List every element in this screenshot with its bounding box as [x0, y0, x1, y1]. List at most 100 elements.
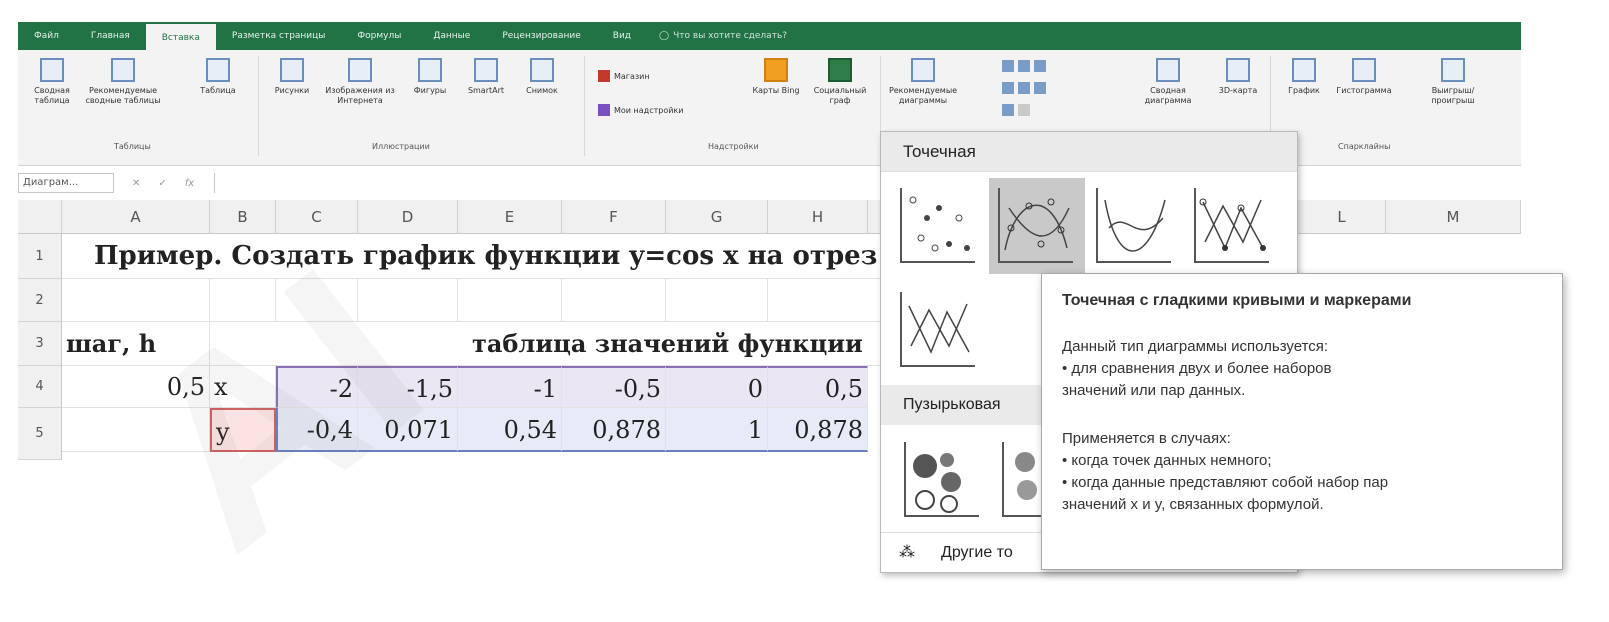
- sparkline-column-button[interactable]: Гистограмма: [1336, 58, 1392, 96]
- insert-function-icon[interactable]: fx: [185, 178, 194, 189]
- cell-F2[interactable]: [562, 279, 666, 322]
- cell-B4[interactable]: x: [210, 366, 276, 408]
- ribbon-tab-bar: Файл Главная Вставка Разметка страницы Ф…: [18, 22, 1521, 50]
- online-pictures-button[interactable]: Изображения из Интернета: [324, 58, 396, 106]
- bing-maps-button[interactable]: Карты Bing: [748, 58, 804, 96]
- people-graph-label: Социальный граф: [813, 86, 867, 105]
- cell-A2[interactable]: [62, 279, 210, 322]
- cell-A4[interactable]: 0,5: [62, 366, 210, 408]
- cell-C5[interactable]: -0,4: [276, 408, 358, 452]
- bubble-icon: [904, 442, 979, 517]
- column-header-M[interactable]: M: [1386, 200, 1521, 234]
- column-header-L[interactable]: L: [1298, 200, 1386, 234]
- column-header-C[interactable]: C: [276, 200, 358, 234]
- pivot-chart-button[interactable]: Сводная диаграмма: [1132, 58, 1204, 106]
- column-header-B[interactable]: B: [210, 200, 276, 234]
- tab-insert[interactable]: Вставка: [145, 24, 216, 50]
- column-header-F[interactable]: F: [562, 200, 666, 234]
- more-charts-label: Другие то: [941, 544, 1013, 561]
- confirm-icon[interactable]: ✓: [158, 178, 166, 189]
- smartart-button[interactable]: SmartArt: [458, 58, 514, 96]
- row-header-5[interactable]: 5: [18, 408, 62, 460]
- cell-A1-title[interactable]: Пример. Создать график функции y=cos x н…: [62, 234, 898, 279]
- formula-input[interactable]: [214, 173, 1521, 193]
- tell-me-text: Что вы хотите сделать?: [673, 31, 788, 41]
- tab-home[interactable]: Главная: [75, 22, 146, 50]
- scatter-markers-only-option[interactable]: [891, 178, 987, 274]
- cancel-icon[interactable]: ✕: [132, 178, 140, 189]
- tell-me-box[interactable]: ◯ Что вы хотите сделать?: [659, 31, 787, 41]
- column-header-E[interactable]: E: [458, 200, 562, 234]
- cell-G5[interactable]: 1: [666, 408, 768, 452]
- 3d-map-button[interactable]: 3D-карта: [1210, 58, 1266, 96]
- tab-review[interactable]: Рецензирование: [486, 22, 596, 50]
- 3d-map-label: 3D-карта: [1218, 86, 1258, 95]
- cell-A3[interactable]: шаг, h: [62, 322, 210, 366]
- sparkline-line-button[interactable]: График: [1276, 58, 1332, 96]
- waterfall-chart-icon: [1034, 60, 1046, 72]
- pivot-table-button[interactable]: Сводная таблица: [24, 58, 80, 106]
- tab-data[interactable]: Данные: [417, 22, 486, 50]
- recommended-pivot-button[interactable]: Рекомендуемые сводные таблицы: [84, 58, 162, 106]
- chart-type-row-1[interactable]: [1002, 60, 1046, 72]
- cell-D4[interactable]: -1,5: [358, 366, 458, 408]
- column-header-H[interactable]: H: [768, 200, 868, 234]
- scatter-straight-lines-markers-option[interactable]: [1185, 178, 1281, 274]
- tooltip-desc-line: • для сравнения двух и более наборов: [1062, 360, 1332, 377]
- shapes-icon: [418, 58, 442, 82]
- line-chart-icon: [1002, 82, 1014, 94]
- cell-F5[interactable]: 0,878: [562, 408, 666, 452]
- screenshot-icon: [530, 58, 554, 82]
- column-header-A[interactable]: A: [62, 200, 210, 234]
- table-button[interactable]: Таблица: [190, 58, 246, 96]
- chart-type-row-3[interactable]: [1002, 104, 1030, 116]
- cell-B5[interactable]: y: [210, 408, 276, 452]
- cell-E2[interactable]: [458, 279, 562, 322]
- recommended-charts-button[interactable]: Рекомендуемые диаграммы: [886, 58, 960, 106]
- row-header-2[interactable]: 2: [18, 279, 62, 322]
- cell-D5[interactable]: 0,071: [358, 408, 458, 452]
- pictures-label: Рисунки: [274, 86, 310, 95]
- row-header-3[interactable]: 3: [18, 322, 62, 366]
- cell-H2[interactable]: [768, 279, 898, 322]
- cell-B3-merged[interactable]: таблица значений функции: [210, 322, 898, 366]
- cell-H5[interactable]: 0,878: [768, 408, 868, 452]
- scatter-straight-lines-icon: [900, 292, 975, 367]
- column-header-G[interactable]: G: [666, 200, 768, 234]
- bubble-option[interactable]: [895, 432, 991, 528]
- cell-E5[interactable]: 0,54: [458, 408, 562, 452]
- column-header-D[interactable]: D: [358, 200, 458, 234]
- cell-C2[interactable]: [276, 279, 358, 322]
- cell-D2[interactable]: [358, 279, 458, 322]
- name-box[interactable]: Диаграм...: [18, 173, 114, 193]
- scatter-chart-icon[interactable]: [1018, 104, 1030, 116]
- cell-A5[interactable]: [62, 408, 210, 452]
- people-graph-button[interactable]: Социальный граф: [812, 58, 868, 106]
- select-all-corner[interactable]: [18, 200, 62, 234]
- store-button[interactable]: Магазин: [598, 70, 650, 82]
- cell-E4[interactable]: -1: [458, 366, 562, 408]
- row-header-1[interactable]: 1: [18, 234, 62, 279]
- sparkline-winloss-button[interactable]: Выигрыш/ проигрыш: [1418, 58, 1488, 106]
- cell-F4[interactable]: -0,5: [562, 366, 666, 408]
- screenshot-button[interactable]: Снимок: [514, 58, 570, 96]
- pictures-button[interactable]: Рисунки: [264, 58, 320, 96]
- tab-view[interactable]: Вид: [597, 22, 647, 50]
- row-header-4[interactable]: 4: [18, 366, 62, 408]
- chart-type-row-2[interactable]: [1002, 82, 1046, 94]
- cell-H4[interactable]: 0,5: [768, 366, 868, 408]
- tab-page-layout[interactable]: Разметка страницы: [216, 22, 342, 50]
- cell-G2[interactable]: [666, 279, 768, 322]
- tab-formulas[interactable]: Формулы: [341, 22, 417, 50]
- cell-C4[interactable]: -2: [276, 366, 358, 408]
- shapes-label: Фигуры: [413, 86, 447, 95]
- scatter-straight-lines-option[interactable]: [891, 282, 987, 378]
- shapes-button[interactable]: Фигуры: [402, 58, 458, 96]
- scatter-smooth-lines-markers-option[interactable]: [989, 178, 1085, 274]
- cell-B2[interactable]: [210, 279, 276, 322]
- people-graph-icon: [828, 58, 852, 82]
- tab-file[interactable]: Файл: [18, 22, 75, 50]
- cell-G4[interactable]: 0: [666, 366, 768, 408]
- scatter-smooth-lines-option[interactable]: [1087, 178, 1183, 274]
- my-addins-button[interactable]: Мои надстройки: [598, 104, 683, 116]
